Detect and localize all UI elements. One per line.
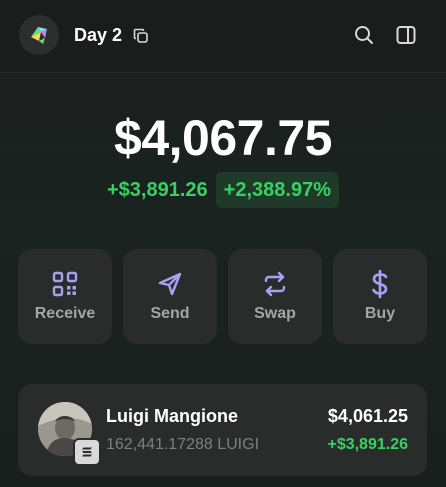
sidebar-panel-icon[interactable] bbox=[393, 22, 419, 48]
solana-chain-icon bbox=[73, 438, 101, 466]
balance-change-percent-badge: +2,388.97% bbox=[215, 172, 339, 208]
balance-change-row: +$3,891.26 +2,388.97% bbox=[0, 172, 446, 208]
swap-icon bbox=[228, 269, 322, 299]
swap-button[interactable]: Swap bbox=[228, 249, 322, 344]
dollar-icon bbox=[333, 269, 427, 299]
header-bar: Day 2 bbox=[0, 0, 446, 73]
token-amount: 162,441.17288 LUIGI bbox=[106, 436, 260, 453]
send-button[interactable]: Send bbox=[123, 249, 217, 344]
balance-change-value: +$3,891.26 bbox=[107, 179, 208, 201]
swap-label: Swap bbox=[254, 305, 296, 322]
receive-button[interactable]: Receive bbox=[18, 249, 112, 344]
qr-code-icon bbox=[18, 269, 112, 299]
buy-label: Buy bbox=[364, 305, 396, 322]
total-balance: $4,067.75 bbox=[114, 110, 332, 166]
action-buttons: Receive Send Swap Buy bbox=[18, 249, 427, 344]
send-icon bbox=[123, 269, 217, 299]
send-label: Send bbox=[150, 305, 190, 322]
search-icon[interactable] bbox=[351, 22, 377, 48]
receive-label: Receive bbox=[34, 305, 96, 322]
token-change: +$3,891.26 bbox=[327, 436, 408, 453]
account-name[interactable]: Day 2 bbox=[74, 24, 122, 46]
token-row[interactable]: Luigi Mangione 162,441.17288 LUIGI $4,06… bbox=[18, 384, 427, 476]
wallet-logo-icon[interactable] bbox=[19, 15, 59, 55]
token-name: Luigi Mangione bbox=[106, 406, 238, 426]
buy-button[interactable]: Buy bbox=[333, 249, 427, 344]
token-value: $4,061.25 bbox=[327, 406, 408, 426]
wallet-app: Day 2 $4,067.75 +$3,891.26 +2,388.97% Re… bbox=[0, 0, 446, 487]
copy-icon[interactable] bbox=[130, 25, 152, 47]
